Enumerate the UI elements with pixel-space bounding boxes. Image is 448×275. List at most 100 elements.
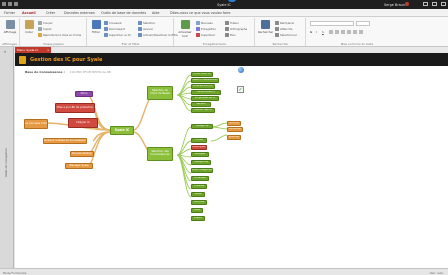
top-item-node[interactable]: Paramètres IC bbox=[191, 90, 221, 95]
top-item-node[interactable]: Version bbox=[191, 102, 211, 107]
sort-desc-button[interactable]: Décroissant bbox=[104, 27, 125, 31]
tab-outils-bdd[interactable]: Outils de base de données bbox=[101, 11, 146, 15]
bottom-item-node[interactable]: Sous catégories bbox=[191, 168, 213, 173]
font-color-icon[interactable] bbox=[329, 30, 333, 34]
delete-record-button[interactable]: Supprimer bbox=[196, 33, 215, 37]
tab-donnees-externes[interactable]: Données externes bbox=[64, 11, 95, 15]
bold-button[interactable]: G bbox=[310, 30, 312, 34]
undo-icon[interactable] bbox=[8, 2, 12, 6]
paste-button[interactable]: Coller bbox=[23, 20, 35, 34]
select-button[interactable]: Sélectionner bbox=[275, 33, 297, 37]
bottom-item-node[interactable]: Export bbox=[191, 216, 205, 221]
save-record-button[interactable]: Enregistrer bbox=[196, 27, 216, 31]
view-button[interactable]: Affichage bbox=[3, 20, 17, 34]
save-record-icon bbox=[196, 27, 200, 31]
refresh-all-button[interactable]: Actualiser tout bbox=[177, 20, 193, 38]
tab-fichier[interactable]: Fichier bbox=[4, 11, 15, 15]
top-item-node[interactable]: Libellés Item IC bbox=[191, 84, 215, 89]
top-item-node[interactable]: Choix Item IC bbox=[191, 72, 213, 77]
bottom-item-node[interactable]: Catégories bbox=[191, 160, 211, 165]
highlight-icon[interactable] bbox=[335, 30, 339, 34]
align-center-icon[interactable] bbox=[353, 30, 357, 34]
fill-icon[interactable] bbox=[341, 30, 345, 34]
bottom-item-node[interactable]: Sources bbox=[191, 200, 207, 205]
arrow-right-icon bbox=[275, 27, 279, 31]
underline-button[interactable]: S bbox=[322, 30, 324, 34]
ribbon-tabs: Fichier Accueil Créer Données externes O… bbox=[0, 9, 448, 17]
font-size-dropdown[interactable] bbox=[356, 21, 370, 26]
goto-button[interactable]: Atteindre bbox=[275, 27, 292, 31]
access-window: Syale IC Serge Braun Fichier Accueil Cré… bbox=[0, 0, 448, 275]
branch-node-manager[interactable]: Manager Syale bbox=[65, 163, 93, 169]
filter-button[interactable]: Filtrer bbox=[90, 20, 102, 34]
branch-node-maj-bc[interactable]: Mise à jour BC de protection bbox=[55, 103, 95, 113]
navigation-pane-label: Volet de navigation bbox=[3, 147, 8, 177]
branch-node-orico[interactable]: Orico bbox=[75, 91, 93, 97]
bottom-item-node[interactable]: Analyse bbox=[191, 152, 209, 157]
side-item-node[interactable]: Affiche bbox=[227, 121, 241, 126]
advanced-filter-button[interactable]: Avancé bbox=[138, 27, 153, 31]
replace-button[interactable]: Remplacer bbox=[275, 21, 294, 25]
tab-aide[interactable]: Aide bbox=[152, 11, 160, 15]
sigma-icon bbox=[225, 21, 229, 25]
tell-me-box[interactable]: Dites-nous ce que vous voulez faire bbox=[170, 11, 230, 15]
bottom-item-node[interactable]: Catégorie bbox=[191, 124, 213, 129]
branch-node-connaissances[interactable]: Sélection des Connaissances bbox=[147, 147, 173, 161]
close-tab-icon[interactable]: x bbox=[47, 48, 49, 52]
more-button[interactable]: Plus bbox=[225, 33, 235, 37]
minimize-icon[interactable] bbox=[423, 2, 428, 6]
align-left-icon[interactable] bbox=[347, 30, 351, 34]
branch-node-maintenir-bc[interactable]: Maintenir la Base de Connaissance bbox=[43, 138, 87, 144]
font-name-dropdown[interactable] bbox=[310, 21, 354, 26]
find-button[interactable]: Rechercher bbox=[258, 20, 273, 34]
toggle-filter-button[interactable]: Activer/désactiver le filtre bbox=[138, 33, 178, 37]
group-mise-en-forme: G I S Mise en forme du texte bbox=[307, 18, 407, 46]
sort-desc-icon bbox=[104, 27, 108, 31]
user-name[interactable]: Serge Braun bbox=[384, 3, 405, 7]
remove-sort-button[interactable]: Supprimer un tri bbox=[104, 33, 131, 37]
bottom-item-node[interactable]: Rubriques bbox=[191, 145, 207, 150]
branch-node-choix-bases[interactable]: Sélection du Choix de Bases bbox=[147, 86, 173, 100]
more-icon bbox=[225, 33, 229, 37]
branch-node-documentation[interactable]: Documentation bbox=[70, 151, 94, 157]
brush-icon bbox=[38, 33, 42, 37]
quick-access-toolbar bbox=[2, 2, 18, 6]
bottom-item-node[interactable]: Filtres bbox=[191, 138, 207, 143]
avatar[interactable] bbox=[405, 2, 409, 6]
branch-node-base-credits[interactable]: Base données Crédits bbox=[24, 119, 48, 129]
new-record-button[interactable]: Nouveau bbox=[196, 21, 213, 25]
spelling-button[interactable]: Orthographe bbox=[225, 27, 247, 31]
selection-button[interactable]: Sélection bbox=[138, 21, 155, 25]
scissors-icon bbox=[38, 21, 42, 25]
status-bar: Mode Formulaire Verr. num. bbox=[0, 268, 448, 275]
copy-button[interactable]: Copier bbox=[38, 27, 52, 31]
bottom-item-node[interactable]: Critères bbox=[191, 184, 207, 189]
window-title: Syale IC bbox=[217, 2, 231, 7]
sort-asc-button[interactable]: Croissant bbox=[104, 21, 122, 25]
save-icon[interactable] bbox=[2, 2, 6, 6]
expand-nav-icon[interactable]: » bbox=[4, 49, 6, 54]
tab-creer[interactable]: Créer bbox=[46, 11, 55, 15]
side-item-node[interactable]: Consulter bbox=[227, 127, 243, 132]
totals-button[interactable]: Totaux bbox=[225, 21, 239, 25]
mindmap-root-node[interactable]: Syale IC bbox=[110, 126, 134, 135]
bottom-item-node[interactable]: Etats bbox=[191, 192, 205, 197]
side-item-node[interactable]: Modifier bbox=[227, 135, 241, 140]
maximize-icon[interactable] bbox=[432, 2, 437, 6]
navigation-pane[interactable]: » Volet de navigation bbox=[0, 47, 14, 268]
top-item-node[interactable]: Gestion Référentiel bbox=[191, 78, 219, 83]
spelling-icon bbox=[225, 27, 229, 31]
top-item-node[interactable]: Edition des IC bbox=[191, 108, 215, 113]
align-right-icon[interactable] bbox=[359, 30, 363, 34]
close-icon[interactable] bbox=[441, 2, 446, 6]
redo-icon[interactable] bbox=[14, 2, 18, 6]
cut-button[interactable]: Couper bbox=[38, 21, 53, 25]
window-controls bbox=[423, 2, 446, 6]
branch-node-integrer-ic[interactable]: Intégrer IC bbox=[68, 118, 98, 128]
bottom-item-node[interactable]: Données bbox=[191, 176, 209, 181]
tab-accueil[interactable]: Accueil bbox=[22, 11, 36, 15]
italic-button[interactable]: I bbox=[316, 30, 317, 34]
bottom-item-node[interactable]: Liste bbox=[191, 208, 203, 213]
top-item-node[interactable]: Propriétés de IC bbox=[191, 96, 219, 101]
format-painter-button[interactable]: Reproduire la mise en forme bbox=[38, 33, 81, 37]
